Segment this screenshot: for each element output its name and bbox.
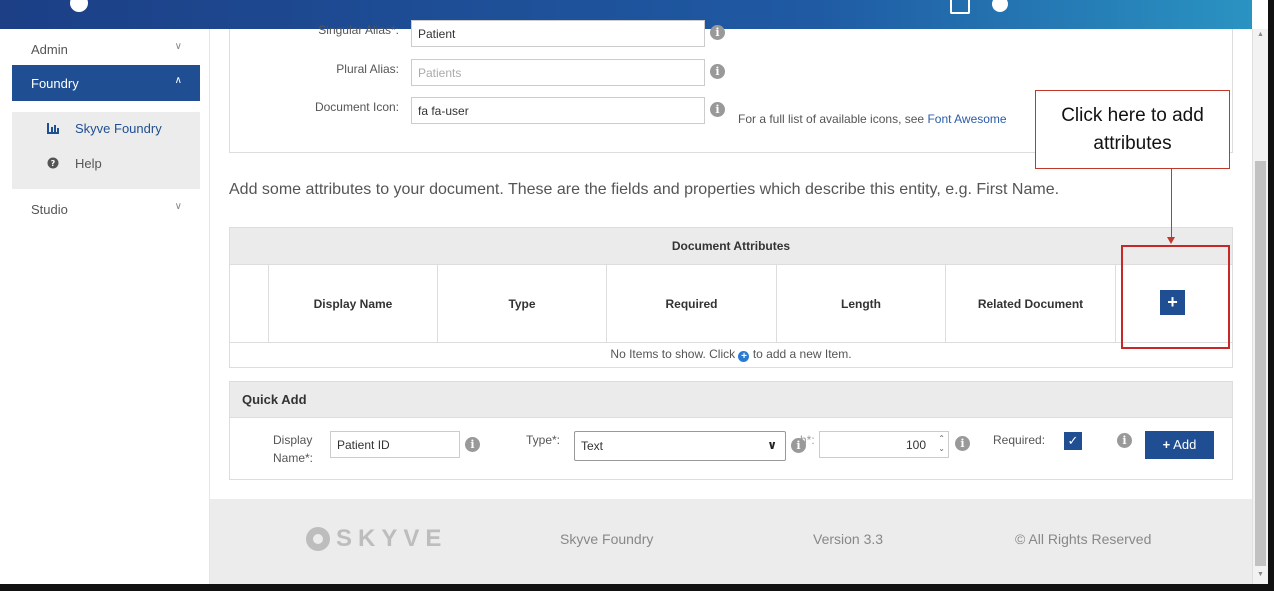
info-icon[interactable]: i — [955, 436, 970, 451]
sidebar-item-label: Admin — [31, 42, 68, 57]
column-header-type[interactable]: Type — [438, 265, 607, 342]
font-awesome-link[interactable]: Font Awesome — [927, 112, 1006, 126]
annotation-callout: Click here to add attributes — [1035, 90, 1230, 169]
skyve-logo: SKYVE — [306, 525, 447, 553]
spinner-arrows-icon[interactable]: ⌃ ⌄ — [938, 434, 945, 454]
document-icon-label: Document Icon: — [314, 100, 399, 114]
icon-hint: For a full list of available icons, see … — [738, 112, 1007, 126]
submenu-item-skyve-foundry[interactable]: Skyve Foundry — [12, 113, 200, 143]
chevron-down-icon: ∨ — [767, 438, 777, 452]
info-icon[interactable]: i — [1117, 433, 1132, 448]
footer-version: Version 3.3 — [813, 531, 884, 547]
length-stepper[interactable]: 100 ⌃ ⌄ — [819, 431, 949, 458]
display-name-input[interactable]: Patient ID — [330, 431, 460, 458]
required-checkbox[interactable]: ✓ — [1064, 432, 1082, 450]
callout-arrow-head — [1167, 237, 1175, 244]
footer-rights: © All Rights Reserved — [1015, 531, 1152, 547]
column-header-display-name[interactable]: Display Name — [269, 265, 438, 342]
scroll-down-icon[interactable]: ▼ — [1257, 571, 1264, 578]
sidebar-item-label: Foundry — [31, 76, 79, 91]
callout-line-1: Click here to add — [1061, 105, 1204, 126]
column-header-length[interactable]: Length — [777, 265, 946, 342]
type-select[interactable]: Text ∨ — [574, 431, 786, 461]
screen-right-edge — [1268, 0, 1274, 591]
info-icon[interactable]: i — [710, 25, 725, 40]
sidebar-item-studio[interactable]: Studio ∨ — [12, 191, 200, 227]
callout-arrow-line — [1171, 169, 1172, 239]
document-attributes-grid: Document Attributes Display Name Type Re… — [229, 227, 1233, 368]
info-icon[interactable]: i — [710, 64, 725, 79]
attributes-intro-text: Add some attributes to your document. Th… — [229, 181, 1060, 198]
question-icon: ? — [47, 157, 59, 169]
quick-add-button-label: Add — [1173, 437, 1197, 452]
singular-alias-label: Singular Alias*: — [318, 23, 399, 37]
scrollbar-thumb[interactable] — [1255, 161, 1266, 566]
plus-icon: + — [1162, 437, 1171, 452]
grid-header-row: Display Name Type Required Length Relate… — [230, 265, 1232, 343]
inbox-icon[interactable] — [950, 0, 970, 14]
length-value: 100 — [905, 438, 926, 452]
display-name-label-line1: Display — [273, 433, 313, 447]
column-header-select[interactable] — [230, 265, 269, 342]
display-name-label-line2: Name*: — [273, 451, 314, 465]
info-icon[interactable]: i — [791, 438, 806, 453]
grid-title: Document Attributes — [230, 228, 1232, 265]
plus-circle-icon: + — [738, 351, 750, 362]
scroll-up-icon[interactable]: ▲ — [1257, 31, 1264, 38]
chart-icon — [47, 123, 59, 134]
singular-alias-input[interactable]: Patient — [411, 20, 705, 47]
sidebar: Admin ∨ Foundry ∧ Skyve Foundry ? Help S… — [0, 29, 210, 584]
footer-product: Skyve Foundry — [560, 531, 654, 547]
callout-line-2: attributes — [1093, 133, 1172, 154]
sidebar-item-foundry[interactable]: Foundry ∧ — [12, 65, 200, 101]
foundry-submenu: Skyve Foundry ? Help — [12, 112, 200, 189]
skyve-logo-text: SKYVE — [336, 525, 448, 552]
info-icon[interactable]: i — [465, 437, 480, 452]
quick-add-panel: Quick Add Display Name*: Patient ID i Ty… — [229, 381, 1233, 480]
submenu-item-help[interactable]: ? Help — [12, 148, 200, 178]
svg-text:?: ? — [51, 159, 56, 168]
info-icon[interactable]: i — [710, 102, 725, 117]
plural-alias-label: Plural Alias: — [336, 62, 399, 76]
empty-message-prefix: No Items to show. Click — [610, 347, 736, 361]
sidebar-item-label: Studio — [31, 202, 68, 217]
empty-message-suffix: to add a new Item. — [752, 347, 852, 361]
annotation-highlight-box — [1121, 245, 1230, 349]
icon-hint-text: For a full list of available icons, see — [738, 112, 925, 126]
required-label: Required: — [993, 433, 1046, 447]
column-header-related-document[interactable]: Related Document — [946, 265, 1116, 342]
type-label: Type*: — [526, 433, 561, 447]
chevron-down-icon: ∨ — [174, 201, 182, 212]
plural-alias-input[interactable]: Patients — [411, 59, 705, 86]
quick-add-title: Quick Add — [230, 382, 1232, 418]
vertical-scrollbar[interactable]: ▲ ▼ — [1252, 29, 1268, 584]
user-icon[interactable] — [992, 0, 1008, 12]
menu-icon[interactable] — [70, 0, 88, 12]
quick-add-button[interactable]: + Add — [1145, 431, 1214, 459]
sidebar-item-admin[interactable]: Admin ∨ — [12, 31, 200, 67]
skyve-logo-icon — [306, 527, 330, 551]
chevron-up-icon: ∧ — [174, 75, 182, 86]
column-header-required[interactable]: Required — [607, 265, 777, 342]
footer: SKYVE Skyve Foundry Version 3.3 © All Ri… — [210, 499, 1252, 584]
document-icon-input[interactable]: fa fa-user — [411, 97, 705, 124]
chevron-down-icon: ∨ — [174, 41, 182, 52]
empty-grid-message: No Items to show. Click + to add a new I… — [230, 347, 1232, 362]
submenu-item-label: Skyve Foundry — [75, 121, 162, 136]
screen-bottom-edge — [0, 584, 1274, 591]
submenu-item-label: Help — [75, 156, 102, 171]
type-select-value: Text — [581, 439, 604, 453]
